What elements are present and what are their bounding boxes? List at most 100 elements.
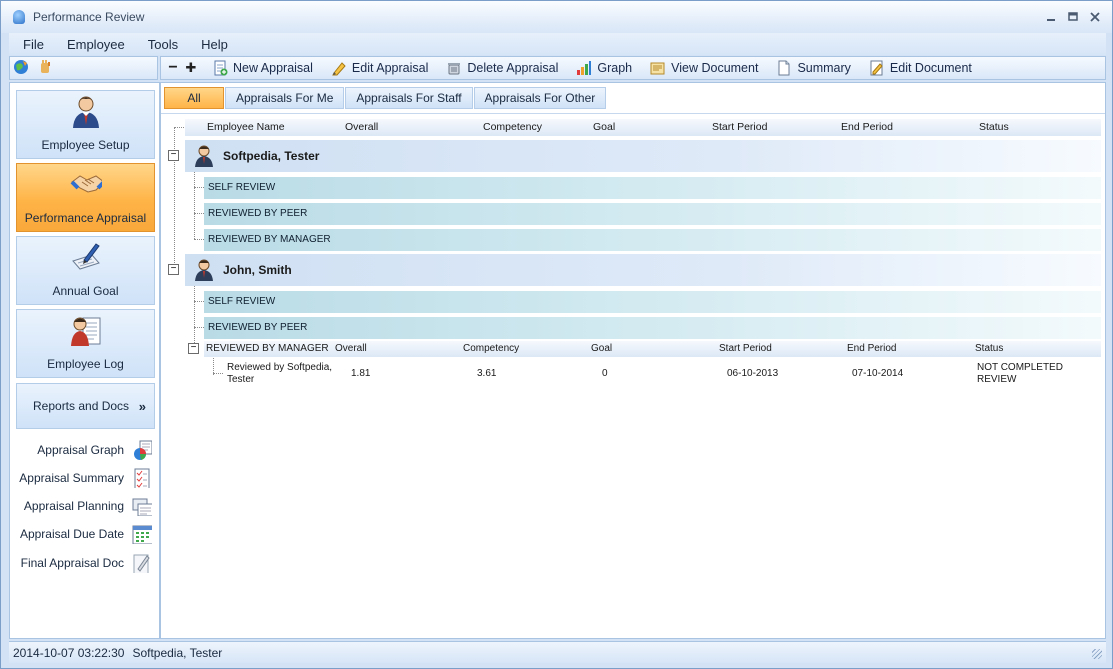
app-window: Performance Review File Employee Tools H…	[0, 0, 1113, 669]
review-row[interactable]: SELF REVIEW	[204, 291, 1101, 313]
review-label: REVIEWED BY MANAGER	[208, 234, 331, 245]
sub-item-label: Appraisal Summary	[19, 471, 124, 485]
app-icon	[11, 9, 27, 25]
nav-annual-goal[interactable]: Annual Goal	[16, 236, 155, 305]
col-competency[interactable]: Competency	[483, 121, 542, 133]
menu-file[interactable]: File	[15, 37, 52, 52]
hand-button[interactable]	[37, 59, 55, 77]
window-title: Performance Review	[33, 10, 145, 24]
tree-line	[174, 127, 184, 128]
resize-grip-icon[interactable]	[1092, 649, 1102, 659]
tree-line	[194, 187, 204, 188]
new-appraisal-label: New Appraisal	[233, 61, 313, 75]
grid-header: Employee Name Overall Competency Goal St…	[185, 119, 1101, 136]
sub-item-appraisal-due-date[interactable]: Appraisal Due Date	[18, 522, 152, 546]
collapse-toggle[interactable]: −	[188, 343, 199, 354]
col-end-period[interactable]: End Period	[847, 343, 896, 354]
col-status[interactable]: Status	[979, 121, 1009, 133]
calendar-icon	[132, 525, 152, 544]
nav-employee-log[interactable]: Employee Log	[16, 309, 155, 378]
nav-performance-appraisal-label: Performance Appraisal	[24, 211, 147, 225]
writing-icon	[71, 243, 100, 270]
edit-document-icon	[870, 60, 883, 76]
review-detail-row[interactable]: Reviewed by Softpedia, Tester 1.81 3.61 …	[223, 361, 1101, 391]
summary-icon	[778, 60, 790, 76]
new-document-icon	[214, 60, 228, 76]
delete-appraisal-label: Delete Appraisal	[467, 61, 559, 75]
bar-chart-icon	[577, 61, 592, 75]
col-end-period[interactable]: End Period	[841, 121, 893, 133]
sub-item-appraisal-planning[interactable]: Appraisal Planning	[18, 494, 152, 518]
tree-line	[194, 301, 204, 302]
close-icon	[1090, 12, 1100, 22]
nav-employee-setup-label: Employee Setup	[41, 138, 130, 152]
hand-icon	[41, 60, 50, 73]
collapse-toggle[interactable]: −	[168, 150, 179, 161]
globe-button[interactable]	[13, 59, 31, 77]
status-user: Softpedia, Tester	[132, 645, 223, 660]
close-button[interactable]	[1086, 9, 1104, 25]
tree-line	[194, 239, 204, 240]
appraisal-pane: All Appraisals For Me Appraisals For Sta…	[160, 82, 1106, 639]
col-start-period[interactable]: Start Period	[719, 343, 772, 354]
view-document-icon	[650, 62, 665, 75]
start-period-value: 06-10-2013	[727, 368, 779, 379]
delete-appraisal-button[interactable]: Delete Appraisal	[440, 57, 564, 79]
status-bar: 2014-10-07 03:22:30 Softpedia, Tester	[9, 641, 1106, 663]
status-datetime: 2014-10-07 03:22:30	[13, 645, 125, 660]
col-overall[interactable]: Overall	[345, 121, 378, 133]
sub-item-appraisal-graph[interactable]: Appraisal Graph	[18, 438, 152, 462]
tree-line	[174, 127, 175, 267]
collapse-toggle[interactable]: −	[168, 264, 179, 275]
col-competency[interactable]: Competency	[463, 343, 519, 354]
col-status[interactable]: Status	[975, 343, 1003, 354]
sub-item-label: Appraisal Due Date	[19, 527, 124, 541]
nav-employee-log-label: Employee Log	[47, 357, 124, 371]
employee-name: John, Smith	[223, 263, 292, 277]
chevron-double-right-icon: »	[138, 398, 146, 414]
edit-document-button[interactable]: Edit Document	[863, 57, 978, 79]
nav-employee-setup[interactable]: Employee Setup	[16, 90, 155, 159]
col-goal[interactable]: Goal	[591, 343, 612, 354]
employee-row[interactable]: John, Smith	[185, 254, 1101, 286]
main-toolbar: − ✚ New Appraisal Edit Appraisal Delete …	[160, 56, 1106, 80]
minimize-icon	[1047, 19, 1055, 21]
nav-performance-appraisal[interactable]: Performance Appraisal	[16, 163, 155, 232]
reviewer-name: Reviewed by Softpedia, Tester	[227, 362, 333, 385]
pencil-icon	[332, 62, 346, 76]
view-document-button[interactable]: View Document	[644, 57, 764, 79]
sub-item-appraisal-summary[interactable]: Appraisal Summary	[18, 466, 152, 490]
menu-tools[interactable]: Tools	[140, 37, 186, 52]
summary-button[interactable]: Summary	[770, 57, 856, 79]
review-row[interactable]: REVIEWED BY PEER	[204, 317, 1101, 339]
col-start-period[interactable]: Start Period	[712, 121, 767, 133]
edit-appraisal-button[interactable]: Edit Appraisal	[325, 57, 434, 79]
employee-row[interactable]: Softpedia, Tester	[185, 140, 1101, 172]
employee-avatar-icon	[195, 259, 213, 281]
minimize-button[interactable]	[1042, 9, 1060, 25]
globe-icon	[14, 60, 28, 74]
view-document-label: View Document	[671, 61, 759, 75]
col-goal[interactable]: Goal	[593, 121, 615, 133]
graph-button[interactable]: Graph	[570, 57, 638, 79]
menu-help[interactable]: Help	[193, 37, 236, 52]
maximize-button[interactable]	[1064, 9, 1082, 25]
tree-line	[194, 213, 204, 214]
sub-item-label: Appraisal Graph	[37, 443, 124, 457]
summary-label: Summary	[797, 61, 851, 75]
reports-and-docs-button[interactable]: Reports and Docs »	[16, 383, 155, 429]
appraisal-grid: Employee Name Overall Competency Goal St…	[161, 83, 1105, 638]
review-label: REVIEWED BY PEER	[208, 208, 308, 219]
col-employee-name[interactable]: Employee Name	[207, 121, 285, 133]
review-row[interactable]: REVIEWED BY PEER	[204, 203, 1101, 225]
collapse-all-button[interactable]: −	[164, 59, 182, 77]
review-label: REVIEWED BY PEER	[208, 322, 308, 333]
expand-all-button[interactable]: ✚	[182, 59, 200, 77]
review-row[interactable]: SELF REVIEW	[204, 177, 1101, 199]
menu-employee[interactable]: Employee	[59, 37, 133, 52]
competency-value: 3.61	[477, 368, 497, 379]
new-appraisal-button[interactable]: New Appraisal	[206, 57, 319, 79]
col-overall[interactable]: Overall	[335, 343, 367, 354]
review-row[interactable]: REVIEWED BY MANAGER	[204, 229, 1101, 251]
sub-item-final-appraisal-doc[interactable]: Final Appraisal Doc	[18, 551, 152, 575]
